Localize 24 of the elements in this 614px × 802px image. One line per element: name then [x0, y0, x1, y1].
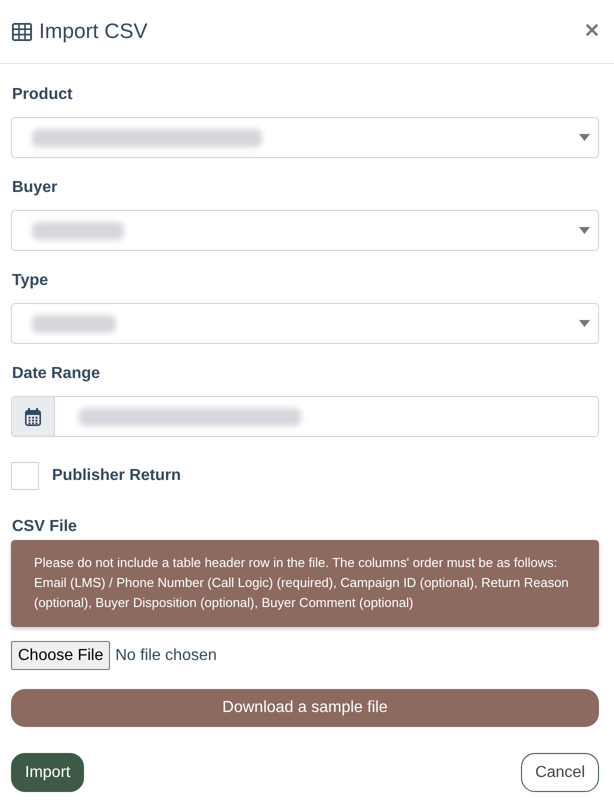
select-field[interactable] [11, 303, 599, 344]
caret-icon [579, 320, 590, 327]
select-field[interactable] [11, 117, 599, 158]
instructions-alert: Please do not include a table header row in the file. The columns' order must be as follows: Email (LMS) / Phone Number (Call Logic) (required), Campaign ID (optional), Return Reason (optional), Buyer Disposition (optional), Buyer Comment (optional) [11, 540, 599, 627]
import-button[interactable]: Import [11, 753, 84, 792]
checkbox[interactable] [11, 462, 39, 490]
date-range-field[interactable] [11, 396, 599, 437]
download-sample-button[interactable]: Download a sample file [11, 689, 599, 727]
caret-icon [579, 227, 590, 234]
select-field[interactable] [11, 210, 599, 251]
close-icon[interactable] [586, 24, 598, 36]
choose-file-button[interactable]: Choose File [11, 641, 110, 670]
dialog-title: Import CSV [39, 20, 148, 44]
cancel-button[interactable]: Cancel [521, 753, 599, 792]
field-label: CSV File [12, 517, 77, 537]
table-icon [12, 22, 32, 40]
file-status-text: No file chosen [115, 646, 217, 664]
field-label: Type [12, 271, 48, 291]
checkbox-label: Publisher Return [52, 466, 181, 486]
field-label: Product [12, 85, 72, 105]
field-label: Buyer [12, 178, 58, 198]
caret-icon [579, 134, 590, 141]
field-label: Date Range [12, 364, 100, 384]
calendar-icon [25, 408, 41, 426]
